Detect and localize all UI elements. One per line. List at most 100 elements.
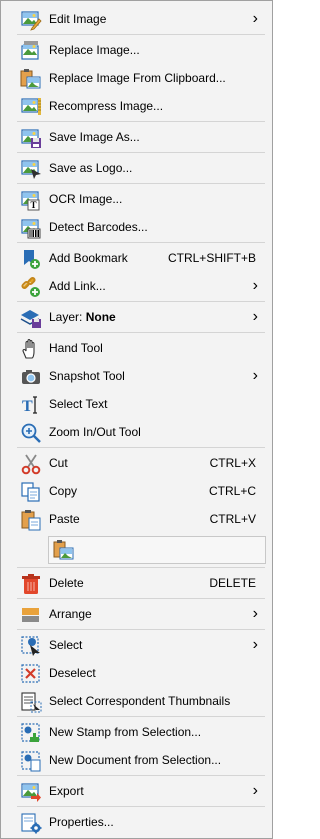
menu-item-deselect[interactable]: Deselect [1, 659, 272, 687]
menu-item-new-document[interactable]: New Document from Selection... [1, 746, 272, 774]
menu-item-delete[interactable]: Delete DELETE [1, 569, 272, 597]
menu-separator [17, 332, 265, 333]
menu-item-label: Save as Logo... [49, 161, 133, 175]
layer-icon [20, 307, 42, 329]
menu-item-label: Layer: None [49, 310, 116, 324]
menu-item-label: Copy [49, 484, 78, 498]
menu-separator [17, 629, 265, 630]
menu-item-select-text[interactable]: T Select Text [1, 390, 272, 418]
menu-item-snapshot-tool[interactable]: Snapshot Tool › [1, 362, 272, 390]
menu-item-label: OCR Image... [49, 192, 123, 206]
menu-item-label: Delete [49, 576, 84, 590]
trash-icon [20, 573, 42, 595]
menu-item-shortcut: CTRL+X [209, 456, 256, 470]
menu-item-label: Snapshot Tool [49, 369, 125, 383]
menu-item-label: Add Link... [49, 279, 106, 293]
ocr-image-icon: T [20, 189, 42, 211]
menu-item-recompress-image[interactable]: Recompress Image... [1, 92, 272, 120]
menu-item-label: Zoom In/Out Tool [49, 425, 141, 439]
edit-image-icon [20, 9, 42, 31]
submenu-arrow-icon: › [252, 605, 258, 622]
menu-item-arrange[interactable]: Arrange › [1, 600, 272, 628]
camera-icon [20, 366, 42, 388]
scissors-icon [20, 453, 42, 475]
menu-item-label: Paste [49, 512, 80, 526]
replace-clipboard-icon [20, 68, 42, 90]
paste-icon [20, 509, 42, 531]
menu-item-label: Recompress Image... [49, 99, 164, 113]
menu-item-copy[interactable]: Copy CTRL+C [1, 477, 272, 505]
menu-item-shortcut: CTRL+C [208, 484, 256, 498]
menu-item-save-image-as[interactable]: Save Image As... [1, 123, 272, 151]
menu-item-zoom-tool[interactable]: Zoom In/Out Tool [1, 418, 272, 446]
menu-item-export[interactable]: Export › [1, 777, 272, 805]
menu-item-add-link[interactable]: Add Link... › [1, 272, 272, 300]
svg-text:T: T [30, 200, 36, 210]
new-document-icon [20, 750, 42, 772]
recompress-image-icon [20, 96, 42, 118]
menu-item-shortcut: DELETE [209, 576, 256, 590]
layer-value: None [85, 310, 116, 324]
submenu-arrow-icon: › [252, 308, 258, 325]
menu-item-select-thumbnails[interactable]: Select Correspondent Thumbnails [1, 687, 272, 715]
menu-separator [17, 447, 265, 448]
save-logo-icon [20, 158, 42, 180]
paste-image-icon [53, 539, 75, 561]
menu-item-edit-image[interactable]: Edit Image › [1, 5, 272, 33]
menu-separator [17, 806, 265, 807]
menu-item-label: Detect Barcodes... [49, 220, 148, 234]
menu-item-label: New Document from Selection... [49, 753, 222, 767]
submenu-arrow-icon: › [252, 782, 258, 799]
menu-item-label: Select Correspondent Thumbnails [49, 694, 231, 708]
menu-separator [17, 567, 265, 568]
menu-item-label: Select Text [49, 397, 108, 411]
menu-separator [17, 183, 265, 184]
menu-item-label: Hand Tool [49, 341, 103, 355]
menu-item-cut[interactable]: Cut CTRL+X [1, 449, 272, 477]
arrange-icon [20, 604, 42, 626]
zoom-icon [20, 422, 42, 444]
submenu-arrow-icon: › [252, 367, 258, 384]
menu-item-save-as-logo[interactable]: Save as Logo... [1, 154, 272, 182]
menu-item-label: New Stamp from Selection... [49, 725, 202, 739]
paste-preview[interactable] [48, 536, 266, 564]
menu-item-properties[interactable]: Properties... [1, 808, 272, 836]
menu-item-shortcut: CTRL+V [209, 512, 256, 526]
menu-item-shortcut: CTRL+SHIFT+B [167, 251, 256, 265]
menu-item-detect-barcodes[interactable]: Detect Barcodes... [1, 213, 272, 241]
thumbnails-icon [20, 691, 42, 713]
menu-item-label: Save Image As... [49, 130, 140, 144]
menu-item-add-bookmark[interactable]: Add Bookmark CTRL+SHIFT+B [1, 244, 272, 272]
menu-item-label: Replace Image... [49, 43, 140, 57]
menu-item-replace-image-clipboard[interactable]: Replace Image From Clipboard... [1, 64, 272, 92]
menu-item-paste[interactable]: Paste CTRL+V [1, 505, 272, 533]
menu-item-layer[interactable]: Layer: None › [1, 303, 272, 331]
menu-item-new-stamp[interactable]: New Stamp from Selection... [1, 718, 272, 746]
menu-separator [17, 775, 265, 776]
svg-text:T: T [22, 398, 33, 415]
menu-items: Edit Image › Replace Image... Replace Image… [1, 5, 272, 836]
select-icon [20, 635, 42, 657]
menu-item-label: Replace Image From Clipboard... [49, 71, 226, 85]
bookmark-icon [20, 248, 42, 270]
menu-separator [17, 242, 265, 243]
menu-separator [17, 121, 265, 122]
menu-separator [17, 716, 265, 717]
menu-item-label: Add Bookmark [49, 251, 128, 265]
menu-item-select[interactable]: Select › [1, 631, 272, 659]
submenu-arrow-icon: › [252, 636, 258, 653]
export-icon [20, 781, 42, 803]
menu-separator [17, 301, 265, 302]
menu-item-label: Edit Image [49, 12, 107, 26]
menu-item-label: Properties... [49, 815, 114, 829]
menu-item-replace-image[interactable]: Replace Image... [1, 36, 272, 64]
save-image-icon [20, 127, 42, 149]
menu-item-hand-tool[interactable]: Hand Tool [1, 334, 272, 362]
copy-icon [20, 481, 42, 503]
menu-item-ocr-image[interactable]: T OCR Image... [1, 185, 272, 213]
submenu-arrow-icon: › [252, 277, 258, 294]
menu-item-label: Select [49, 638, 83, 652]
replace-image-icon [20, 40, 42, 62]
menu-separator [17, 598, 265, 599]
barcode-icon [20, 217, 42, 239]
